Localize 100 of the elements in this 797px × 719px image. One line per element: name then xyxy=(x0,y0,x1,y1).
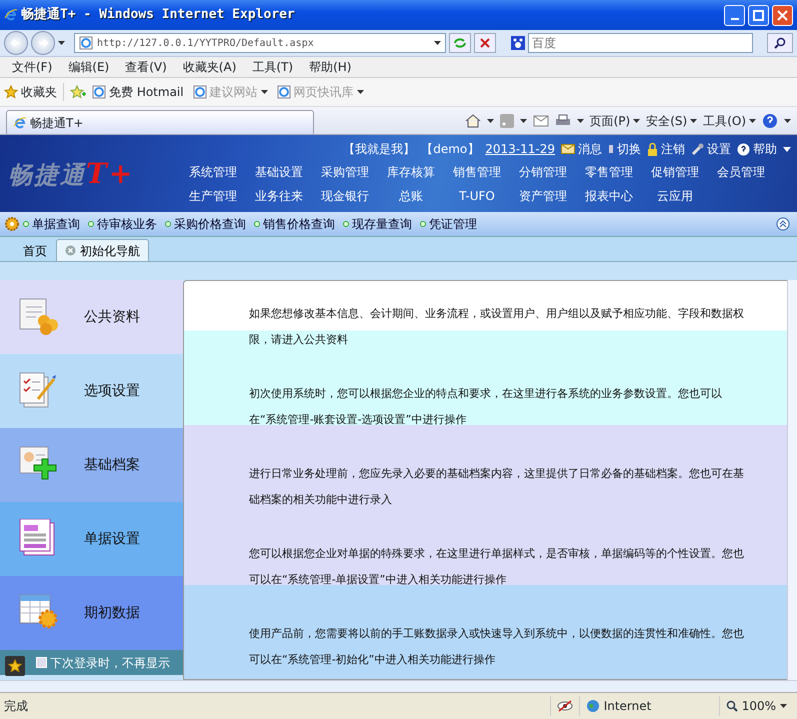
mail-icon[interactable] xyxy=(532,115,549,127)
section-link[interactable]: 期初数据 xyxy=(84,602,140,624)
maximize-button[interactable] xyxy=(748,4,769,26)
caret-icon xyxy=(486,119,494,123)
section-description: 初次使用系统时，您可以根据您企业的特点和要求，在这里进行各系统的业务参数设置。您也可以在“系统管理-账套设置-选项设置”中进行操作 xyxy=(249,386,723,428)
page-icon xyxy=(276,85,291,99)
command-menu[interactable]: 工具(O) xyxy=(703,112,756,130)
address-field[interactable]: http://127.0.0.1/YYTPRO/Default.aspx xyxy=(74,33,446,53)
header-action[interactable]: 注销 xyxy=(647,140,685,158)
globe-icon xyxy=(586,699,600,713)
paw-icon xyxy=(511,36,525,50)
module-link[interactable]: 零售管理 xyxy=(576,163,642,181)
back-button[interactable] xyxy=(4,31,28,55)
module-link[interactable]: 系统管理 xyxy=(180,163,246,181)
ie-logo-icon xyxy=(13,116,27,130)
caret-icon xyxy=(784,119,791,123)
quick-link[interactable]: 现存量查询 xyxy=(343,215,412,233)
caret-icon xyxy=(260,90,268,94)
module-link[interactable]: 云应用 xyxy=(642,187,708,205)
quick-link[interactable]: 采购价格查询 xyxy=(165,215,246,233)
maximize-icon xyxy=(753,10,764,20)
horizontal-scrollbar[interactable] xyxy=(0,680,797,692)
forward-button[interactable] xyxy=(31,31,55,55)
refresh-icon xyxy=(453,37,467,49)
add-favorite-icon[interactable] xyxy=(70,85,86,99)
security-zone: Internet xyxy=(604,698,652,715)
page-tab[interactable]: 初始化导航 xyxy=(56,239,149,261)
stop-icon xyxy=(480,38,490,48)
module-link[interactable]: 会员管理 xyxy=(708,163,774,181)
minimize-icon xyxy=(730,18,738,20)
module-link[interactable]: 资产管理 xyxy=(510,187,576,205)
module-link[interactable]: 总账 xyxy=(378,187,444,205)
caret-icon xyxy=(356,90,364,94)
quick-link[interactable]: 单据查询 xyxy=(23,215,80,233)
module-link[interactable]: 分销管理 xyxy=(510,163,576,181)
quick-link[interactable]: 销售价格查询 xyxy=(254,215,335,233)
search-button[interactable] xyxy=(767,33,793,53)
caret-icon xyxy=(434,41,441,45)
module-link[interactable]: 采购管理 xyxy=(312,163,378,181)
favorite-link[interactable]: 免费 Hotmail xyxy=(92,83,184,101)
section-description: 如果您想修改基本信息、会计期间、业务流程，或设置用户、用户组以及赋予相应功能、字段和数据权限，请进入公共资料 xyxy=(249,306,745,348)
section-description: 进行日常业务处理前，您应先录入必要的基础档案内容，这里提供了日常必备的基础档案。您也可在基础档案的相关功能中进行录入 xyxy=(249,466,745,508)
menu-item[interactable]: 帮助(H) xyxy=(301,58,360,76)
header-action[interactable]: 设置 xyxy=(691,140,731,158)
command-menu[interactable]: 安全(S) xyxy=(646,112,698,130)
menu-item[interactable]: 编辑(E) xyxy=(60,58,118,76)
zoom-level[interactable]: 100% xyxy=(742,697,776,715)
module-link[interactable]: 销售管理 xyxy=(444,163,510,181)
caret-icon xyxy=(749,119,756,123)
date-link[interactable]: 2013-11-29 xyxy=(485,140,555,158)
menu-item[interactable]: 查看(V) xyxy=(117,58,175,76)
refresh-button[interactable] xyxy=(449,33,471,53)
menu-item[interactable]: 工具(T) xyxy=(244,58,302,76)
page-icon xyxy=(79,36,93,50)
header-action[interactable]: 帮助 xyxy=(737,140,777,158)
module-link[interactable]: 生产管理 xyxy=(180,187,246,205)
stop-button[interactable] xyxy=(474,33,496,53)
section-link[interactable]: 单据设置 xyxy=(84,528,140,550)
caret-icon[interactable] xyxy=(783,146,791,152)
close-icon xyxy=(777,10,788,20)
vertical-scrollbar[interactable] xyxy=(787,280,797,680)
favorites-button[interactable]: 收藏夹 xyxy=(4,83,57,101)
quick-link[interactable]: 凭证管理 xyxy=(420,215,477,233)
envelope-icon xyxy=(561,144,575,154)
module-link[interactable]: 现金银行 xyxy=(312,187,378,205)
browser-tab[interactable]: 畅捷通T+ xyxy=(6,110,314,134)
home-icon[interactable] xyxy=(464,114,481,128)
quick-link[interactable]: 待审核业务 xyxy=(88,215,157,233)
back-arrow-icon xyxy=(10,37,22,49)
privacy-eye-icon xyxy=(556,700,573,712)
printer-icon[interactable] xyxy=(554,114,571,128)
page-tab[interactable]: 首页 xyxy=(14,239,56,261)
section-link[interactable]: 选项设置 xyxy=(84,380,140,402)
module-link[interactable]: 业务往来 xyxy=(246,187,312,205)
search-icon xyxy=(774,37,786,49)
help-icon[interactable] xyxy=(762,113,778,129)
collapse-icon[interactable] xyxy=(776,217,790,231)
module-link[interactable]: 促销管理 xyxy=(642,163,708,181)
menu-item[interactable]: 文件(F) xyxy=(4,58,60,76)
close-button[interactable] xyxy=(772,4,793,26)
search-field[interactable]: 百度 xyxy=(528,33,753,53)
menu-item[interactable]: 收藏夹(A) xyxy=(174,58,244,76)
module-link[interactable]: 库存核算 xyxy=(378,163,444,181)
header-action[interactable]: 消息 xyxy=(561,140,602,158)
module-link[interactable]: 基础设置 xyxy=(246,163,312,181)
star-icon xyxy=(8,659,22,673)
header-action[interactable]: 切换 xyxy=(608,140,641,158)
command-menu[interactable]: 页面(P) xyxy=(590,112,640,130)
module-link[interactable]: T-UFO xyxy=(444,187,510,205)
section-link[interactable]: 基础档案 xyxy=(84,454,140,476)
minimize-button[interactable] xyxy=(724,4,745,26)
star-icon xyxy=(4,85,18,99)
close-icon[interactable] xyxy=(65,245,76,256)
user-name: 【我就是我】 xyxy=(343,141,416,158)
ie-logo-icon xyxy=(4,8,18,22)
caret-icon xyxy=(576,119,584,123)
module-link[interactable]: 报表中心 xyxy=(576,187,642,205)
section-link[interactable]: 公共资料 xyxy=(84,306,140,328)
caret-icon xyxy=(690,119,698,123)
caret-icon xyxy=(633,119,640,123)
